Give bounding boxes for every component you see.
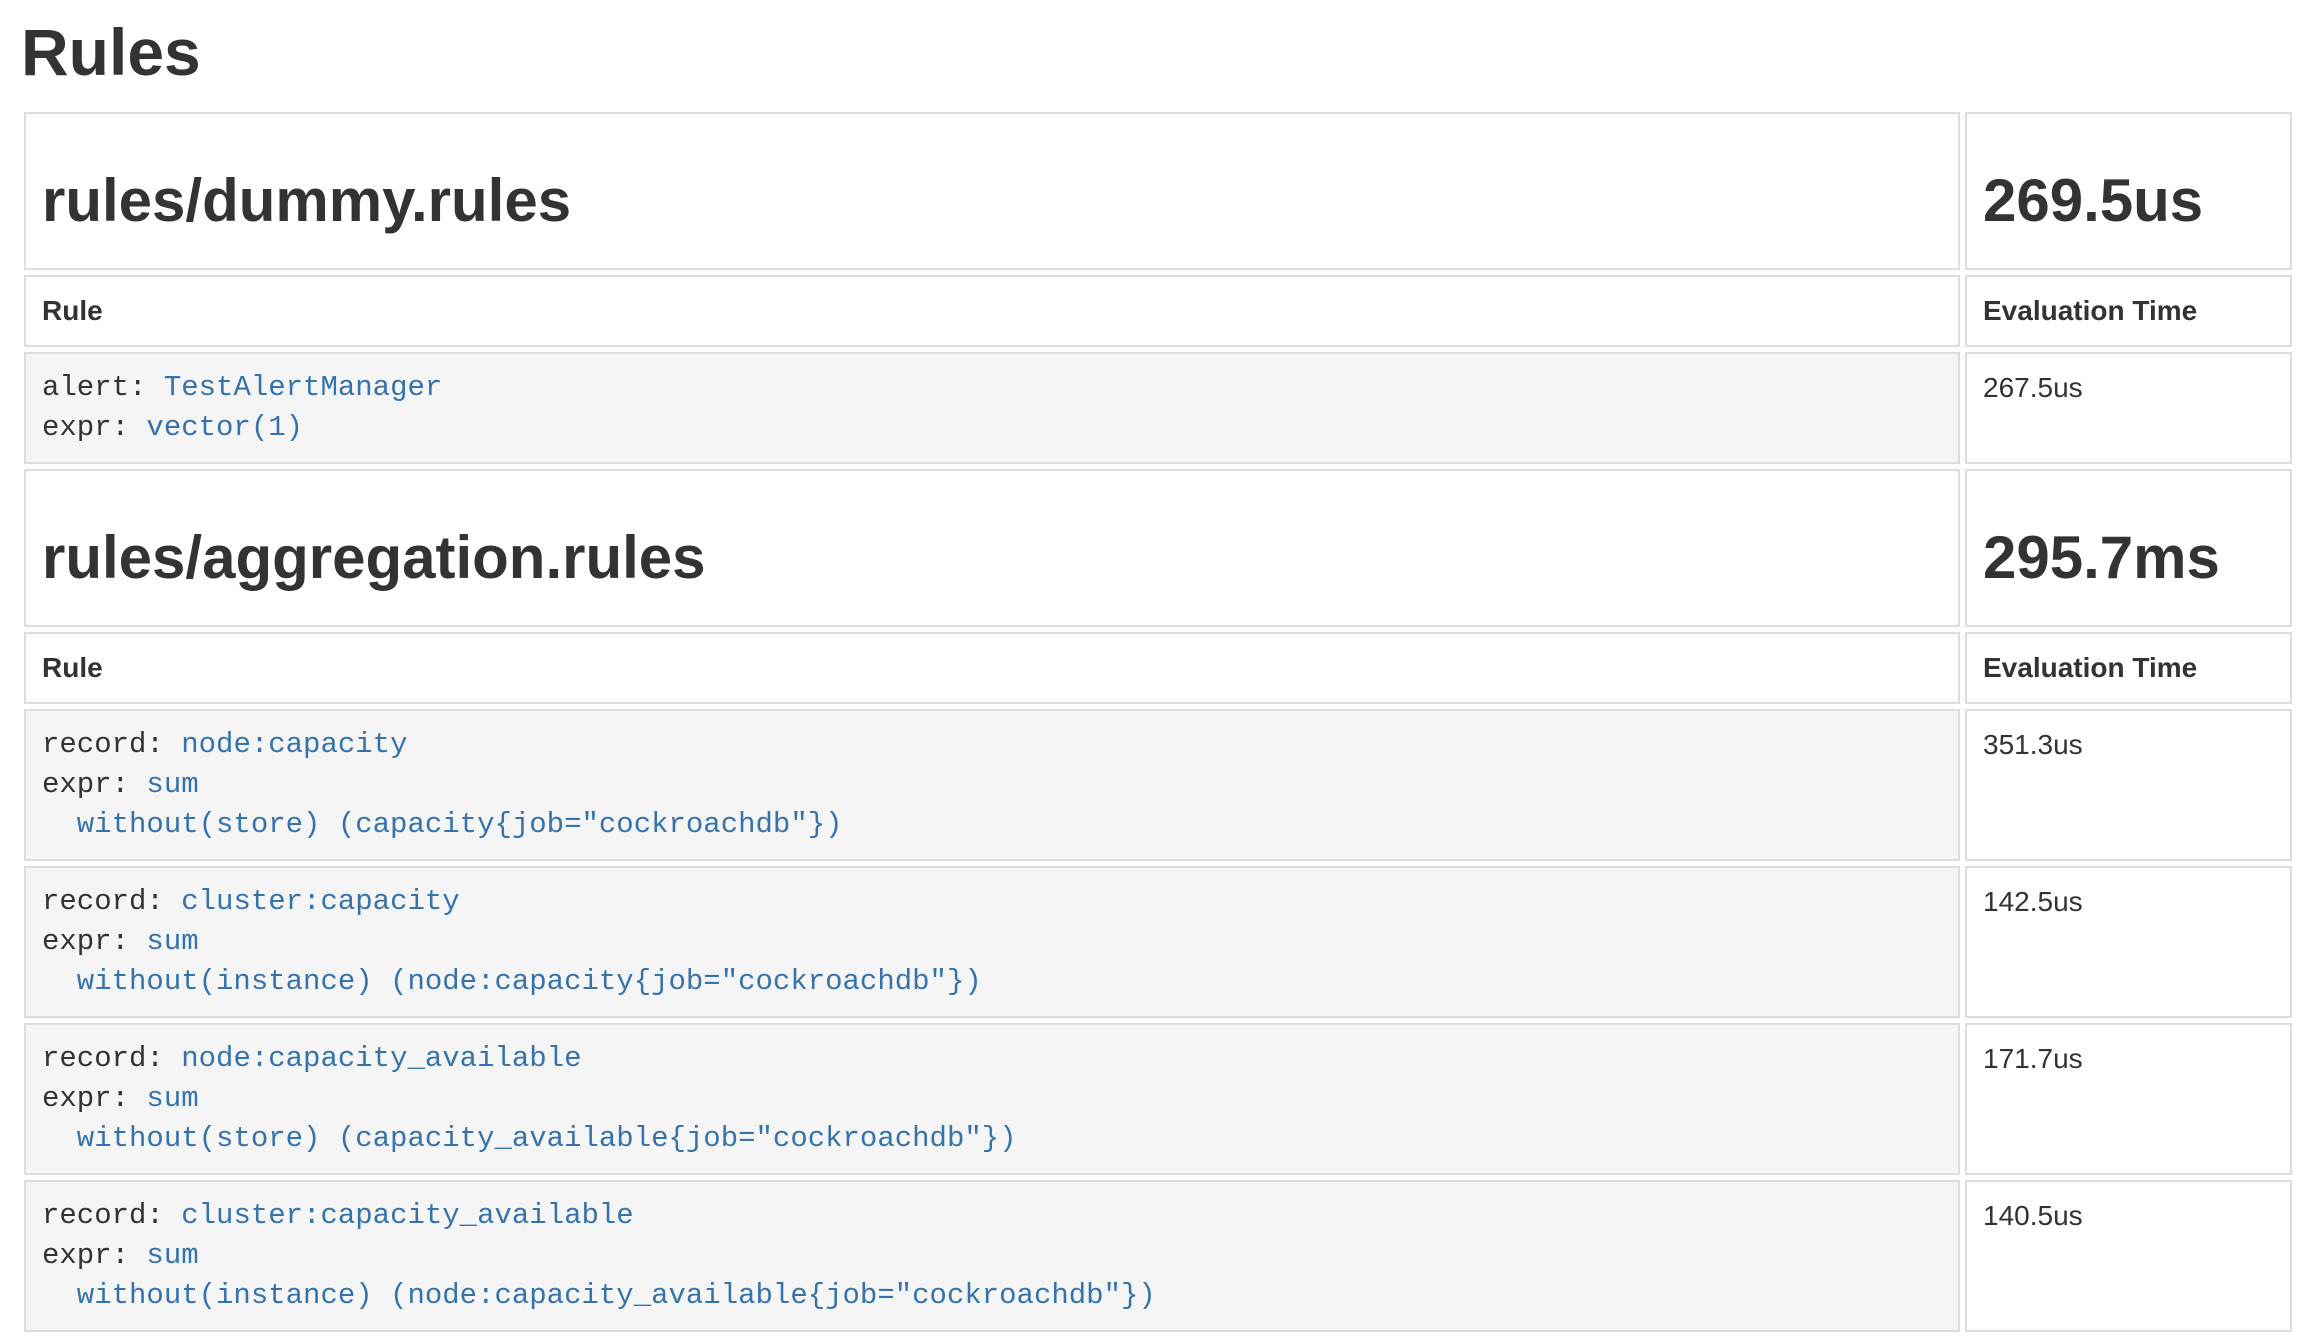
rule-column-header: Rule [42, 652, 103, 683]
rule-eval-time-cell: 171.7us [1965, 1023, 2292, 1175]
rule-row: record: cluster:capacity_available expr:… [24, 1180, 2292, 1332]
rule-eval-time-cell: 142.5us [1965, 866, 2292, 1018]
rule-code-cell: alert: TestAlertManager expr: vector(1) [24, 352, 1960, 464]
rule-code: record: cluster:capacity expr: sum witho… [42, 882, 1942, 1002]
rule-code-text: expr: [42, 1082, 146, 1115]
rule-group-file: rules/aggregation.rules [42, 525, 1942, 591]
rule-eval-time: 267.5us [1983, 372, 2083, 403]
rule-link[interactable]: sum without(instance) (node:capacity{job… [42, 925, 982, 998]
rule-code-text: expr: [42, 768, 146, 801]
page-title: Rules [21, 16, 2297, 89]
rule-eval-time: 142.5us [1983, 886, 2083, 917]
column-header-row: Rule Evaluation Time [24, 632, 2292, 704]
rule-group-eval-time: 295.7ms [1983, 525, 2274, 591]
rule-group-eval-time-cell: 269.5us [1965, 112, 2292, 270]
rule-code-text: record: [42, 885, 181, 918]
rule-code-text: expr: [42, 1239, 146, 1272]
rule-group-file-cell: rules/dummy.rules [24, 112, 1960, 270]
rule-group-header-row: rules/aggregation.rules 295.7ms [24, 469, 2292, 627]
column-header-row: Rule Evaluation Time [24, 275, 2292, 347]
rule-row: record: node:capacity_available expr: su… [24, 1023, 2292, 1175]
rule-eval-time-cell: 351.3us [1965, 709, 2292, 861]
rule-link[interactable]: TestAlertManager [164, 371, 442, 404]
eval-time-column-header: Evaluation Time [1983, 652, 2197, 683]
rule-link[interactable]: sum without(instance) (node:capacity_ava… [42, 1239, 1156, 1312]
rule-row: record: node:capacity expr: sum without(… [24, 709, 2292, 861]
rule-code-cell: record: node:capacity_available expr: su… [24, 1023, 1960, 1175]
rule-row: alert: TestAlertManager expr: vector(1) 2… [24, 352, 2292, 464]
rule-row: record: cluster:capacity expr: sum witho… [24, 866, 2292, 1018]
rule-link[interactable]: vector(1) [146, 411, 303, 444]
rule-eval-time: 351.3us [1983, 729, 2083, 760]
rule-eval-time: 140.5us [1983, 1200, 2083, 1231]
eval-time-column-header-cell: Evaluation Time [1965, 632, 2292, 704]
rule-link[interactable]: node:capacity_available [181, 1042, 581, 1075]
rule-eval-time: 171.7us [1983, 1043, 2083, 1074]
rule-code: record: node:capacity expr: sum without(… [42, 725, 1942, 845]
rule-group-eval-time: 269.5us [1983, 168, 2274, 234]
rule-code: record: node:capacity_available expr: su… [42, 1039, 1942, 1159]
rule-code: alert: TestAlertManager expr: vector(1) [42, 368, 1942, 448]
rule-column-header-cell: Rule [24, 275, 1960, 347]
rule-code-cell: record: cluster:capacity_available expr:… [24, 1180, 1960, 1332]
rule-link[interactable]: cluster:capacity_available [181, 1199, 633, 1232]
rule-code: record: cluster:capacity_available expr:… [42, 1196, 1942, 1316]
rule-column-header-cell: Rule [24, 632, 1960, 704]
rule-code-text: expr: [42, 411, 146, 444]
rule-link[interactable]: sum without(store) (capacity_available{j… [42, 1082, 1017, 1155]
rule-link[interactable]: node:capacity [181, 728, 407, 761]
rules-table: rules/dummy.rules 269.5us Rule Evaluation T… [19, 107, 2297, 1337]
rule-group-file-cell: rules/aggregation.rules [24, 469, 1960, 627]
rule-link[interactable]: cluster:capacity [181, 885, 459, 918]
rule-code-cell: record: cluster:capacity expr: sum witho… [24, 866, 1960, 1018]
rule-code-text: record: [42, 1042, 181, 1075]
rule-code-text: record: [42, 728, 181, 761]
rule-code-text: expr: [42, 925, 146, 958]
rule-code-text: record: [42, 1199, 181, 1232]
rule-column-header: Rule [42, 295, 103, 326]
rule-eval-time-cell: 140.5us [1965, 1180, 2292, 1332]
rule-group-eval-time-cell: 295.7ms [1965, 469, 2292, 627]
rule-group-file: rules/dummy.rules [42, 168, 1942, 234]
rules-page: Rules rules/dummy.rules 269.5us Rule Evalua… [0, 16, 2316, 1337]
eval-time-column-header-cell: Evaluation Time [1965, 275, 2292, 347]
rule-link[interactable]: sum without(store) (capacity{job="cockro… [42, 768, 843, 841]
eval-time-column-header: Evaluation Time [1983, 295, 2197, 326]
rule-code-cell: record: node:capacity expr: sum without(… [24, 709, 1960, 861]
rule-eval-time-cell: 267.5us [1965, 352, 2292, 464]
rule-code-text: alert: [42, 371, 164, 404]
rule-group-header-row: rules/dummy.rules 269.5us [24, 112, 2292, 270]
